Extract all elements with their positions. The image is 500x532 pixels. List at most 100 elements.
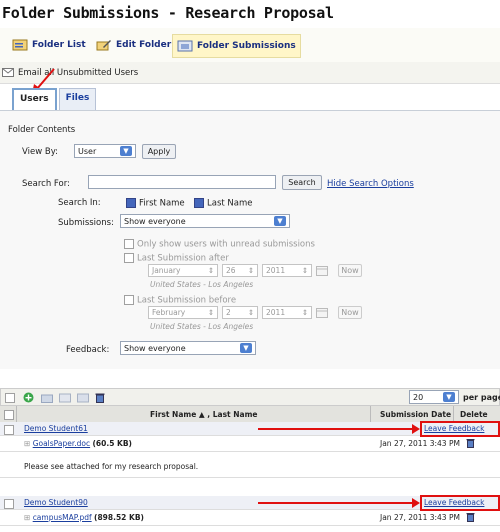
- submissions-grid: 20 ▼ per page First Name ▲ , Last Name S…: [0, 388, 500, 532]
- last-name-label: Last Name: [207, 198, 253, 209]
- after-day-value: 26: [226, 266, 236, 275]
- edit-folder-button[interactable]: Edit Folder: [96, 34, 171, 56]
- section-title: Folder Contents: [8, 125, 76, 135]
- submission-after-label: Last Submission after: [137, 253, 229, 264]
- after-timezone: United States - Los Angeles: [150, 280, 254, 289]
- email-icon: [2, 68, 14, 77]
- after-year-select[interactable]: 2011 ⇕: [262, 264, 312, 277]
- submission-date: Jan 27, 2011 3:43 PM: [380, 513, 460, 522]
- folder-list-button[interactable]: Folder List: [12, 34, 86, 56]
- calendar-icon[interactable]: [316, 266, 328, 276]
- submissions-label: Submissions:: [58, 218, 114, 228]
- edit-folder-label: Edit Folder: [116, 40, 172, 50]
- add-icon[interactable]: [23, 392, 34, 403]
- student-link[interactable]: Demo Student90: [24, 498, 88, 507]
- file-size: (60.5 KB): [92, 439, 132, 448]
- page-title: Folder Submissions - Research Proposal: [2, 4, 334, 22]
- view-by-label: View By:: [22, 147, 58, 157]
- view-by-select[interactable]: User ▼: [74, 144, 136, 158]
- column-submission-date[interactable]: Submission Date: [380, 410, 451, 419]
- move-icon[interactable]: [77, 393, 89, 403]
- chevron-down-icon: ⇕: [301, 308, 308, 317]
- before-now-button[interactable]: Now: [338, 306, 362, 319]
- submissions-value: Show everyone: [124, 216, 186, 226]
- chevron-down-icon: ▼: [240, 343, 252, 353]
- feedback-value: Show everyone: [124, 343, 186, 353]
- tab-files[interactable]: Files: [58, 88, 97, 110]
- folder-contents-panel: Folder Contents View By: User ▼ Apply Se…: [0, 110, 500, 369]
- chevron-down-icon: ▼: [120, 146, 132, 156]
- calendar-icon[interactable]: [316, 308, 328, 318]
- file-link[interactable]: GoalsPaper.doc: [33, 439, 90, 448]
- edit-folder-icon: [96, 40, 111, 51]
- submission-date: Jan 27, 2011 3:43 PM: [380, 439, 460, 448]
- submission-comment: Please see attached for my research prop…: [24, 462, 199, 471]
- hide-search-options-link[interactable]: Hide Search Options: [327, 179, 414, 189]
- row-checkbox[interactable]: [4, 425, 14, 435]
- trash-icon[interactable]: [466, 438, 475, 448]
- chevron-down-icon: ▼: [443, 392, 455, 402]
- file-entry: ⊞ GoalsPaper.doc (60.5 KB): [24, 439, 132, 448]
- after-year-value: 2011: [266, 266, 286, 275]
- unread-only-checkbox[interactable]: Only show users with unread submissions: [124, 239, 315, 250]
- after-month-select[interactable]: January ⇕: [148, 264, 218, 277]
- table-row: Please see attached for my research prop…: [0, 452, 500, 478]
- checkbox-icon: [124, 239, 134, 249]
- table-row: ⊞ GoalsPaper.doc (60.5 KB) Jan 27, 2011 …: [0, 436, 500, 452]
- per-page-select[interactable]: 20 ▼: [409, 390, 459, 404]
- folder-submissions-button[interactable]: Folder Submissions: [172, 34, 301, 58]
- folder-submissions-label: Folder Submissions: [197, 41, 296, 51]
- before-day-value: 2: [226, 308, 231, 317]
- before-year-select[interactable]: 2011 ⇕: [262, 306, 312, 319]
- before-year-value: 2011: [266, 308, 286, 317]
- column-delete: Delete: [460, 410, 488, 419]
- checkbox-icon: [124, 295, 134, 305]
- unread-only-label: Only show users with unread submissions: [137, 239, 315, 250]
- first-name-label: First Name: [139, 198, 185, 209]
- chevron-down-icon: ⇕: [207, 308, 214, 317]
- first-name-checkbox[interactable]: First Name: [126, 198, 185, 209]
- header-checkbox[interactable]: [4, 410, 14, 420]
- search-in-label: Search In:: [58, 198, 101, 208]
- trash-icon[interactable]: [95, 392, 105, 403]
- before-day-select[interactable]: 2 ⇕: [222, 306, 258, 319]
- folder-icon[interactable]: [41, 393, 53, 403]
- table-row: ⊞ campusMAP.pdf (898.52 KB) Jan 27, 2011…: [0, 510, 500, 526]
- checkbox-icon: [124, 253, 134, 263]
- search-input[interactable]: [88, 175, 276, 189]
- email-unsubmitted-row[interactable]: Email all Unsubmitted Users: [0, 62, 500, 84]
- search-button[interactable]: Search: [282, 175, 322, 190]
- annotation-arrow-feedback-2: [258, 498, 420, 508]
- submission-after-checkbox[interactable]: Last Submission after: [124, 253, 229, 264]
- trash-icon[interactable]: [466, 512, 475, 522]
- per-page-value: 20: [413, 392, 424, 402]
- apply-button[interactable]: Apply: [142, 144, 176, 159]
- column-name[interactable]: First Name ▲ , Last Name: [150, 410, 257, 419]
- checkbox-checked-icon: [194, 198, 204, 208]
- feedback-label: Feedback:: [66, 345, 110, 355]
- submissions-select[interactable]: Show everyone ▼: [120, 214, 290, 228]
- tab-users[interactable]: Users: [12, 88, 57, 110]
- chevron-down-icon: ⇕: [301, 266, 308, 275]
- row-checkbox[interactable]: [4, 499, 14, 509]
- last-name-checkbox[interactable]: Last Name: [194, 198, 252, 209]
- email-icon[interactable]: [59, 393, 71, 403]
- file-link[interactable]: campusMAP.pdf: [33, 513, 92, 522]
- after-day-select[interactable]: 26 ⇕: [222, 264, 258, 277]
- annotation-arrow-feedback-1: [258, 424, 420, 434]
- submission-before-checkbox[interactable]: Last Submission before: [124, 295, 236, 306]
- after-month-value: January: [152, 266, 181, 275]
- feedback-select[interactable]: Show everyone ▼: [120, 341, 256, 355]
- annotation-box-feedback-2: [420, 495, 500, 511]
- folder-toolbar: Folder List Edit Folder Folder Submissio…: [0, 28, 500, 63]
- before-timezone: United States - Los Angeles: [150, 322, 254, 331]
- folder-list-label: Folder List: [32, 40, 86, 50]
- chevron-down-icon: ⇕: [247, 308, 254, 317]
- search-for-label: Search For:: [22, 179, 70, 189]
- before-month-select[interactable]: February ⇕: [148, 306, 218, 319]
- before-month-value: February: [152, 308, 186, 317]
- file-icon: ⊞: [24, 513, 31, 522]
- student-link[interactable]: Demo Student61: [24, 424, 88, 433]
- after-now-button[interactable]: Now: [338, 264, 362, 277]
- select-all-checkbox[interactable]: [5, 393, 15, 403]
